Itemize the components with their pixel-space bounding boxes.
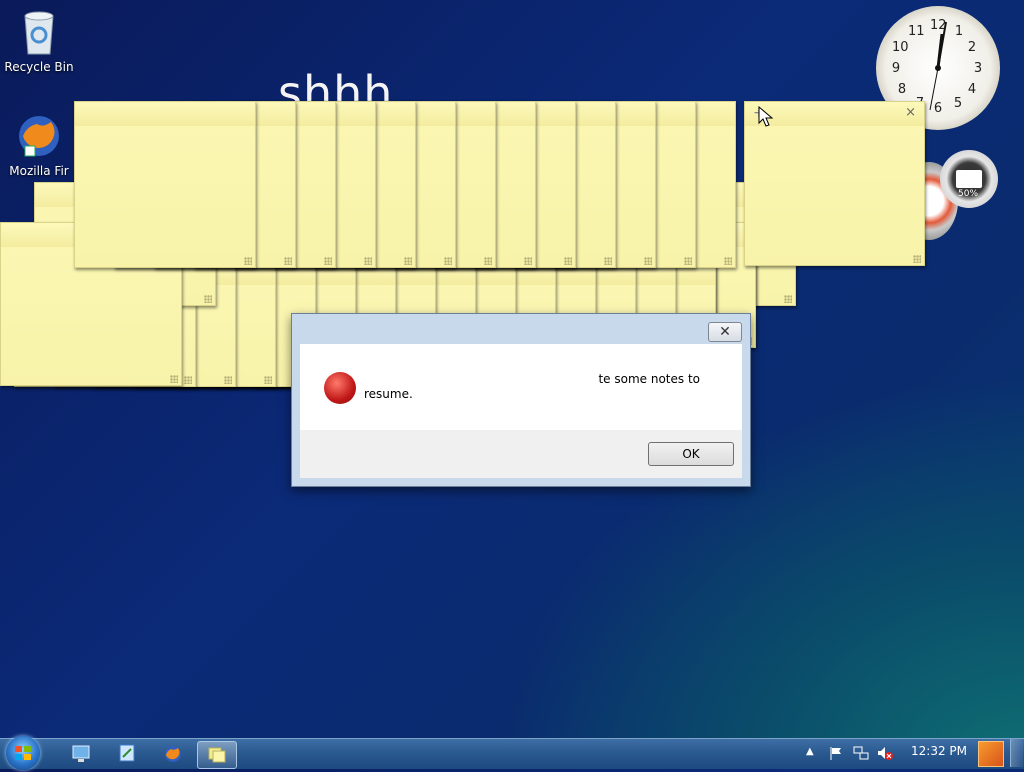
- resize-grip-icon[interactable]: [684, 257, 692, 265]
- resize-grip-icon[interactable]: [204, 295, 212, 303]
- network-icon[interactable]: [852, 745, 870, 761]
- remote-desktop-icon: [72, 745, 90, 762]
- firefox-icon: [19, 116, 59, 157]
- cpu-percent: 50%: [958, 189, 979, 199]
- show-desktop-button[interactable]: [1010, 739, 1023, 767]
- error-icon: [324, 372, 356, 404]
- recycle-bin-icon: [24, 11, 54, 55]
- desktop-icon-firefox[interactable]: Mozilla Fir: [4, 112, 74, 179]
- resize-grip-icon[interactable]: [184, 376, 192, 384]
- taskbar-ie[interactable]: [108, 741, 146, 767]
- taskbar-clock[interactable]: 12:32 PM: [911, 744, 967, 758]
- resize-grip-icon[interactable]: [404, 257, 412, 265]
- resize-grip-icon[interactable]: [324, 257, 332, 265]
- ok-button[interactable]: OK: [648, 442, 734, 466]
- ie-icon: [119, 744, 135, 762]
- resize-grip-icon[interactable]: [444, 257, 452, 265]
- taskbar-firefox[interactable]: [154, 741, 192, 767]
- resize-grip-icon[interactable]: [284, 257, 292, 265]
- resize-grip-icon[interactable]: [724, 257, 732, 265]
- resize-grip-icon[interactable]: [524, 257, 532, 265]
- dialog-close-button[interactable]: ✕: [708, 322, 742, 342]
- error-dialog: ✕ te some notes to resume. OK: [291, 313, 751, 487]
- chip-icon: [956, 170, 982, 188]
- resize-grip-icon[interactable]: [244, 257, 252, 265]
- resize-grip-icon[interactable]: [913, 255, 921, 263]
- resize-grip-icon[interactable]: [564, 257, 572, 265]
- close-note-button[interactable]: ×: [905, 106, 916, 120]
- resize-grip-icon[interactable]: [224, 376, 232, 384]
- resize-grip-icon[interactable]: [484, 257, 492, 265]
- volume-muted-icon[interactable]: [876, 745, 894, 761]
- dialog-message-line1: te some notes to: [598, 372, 700, 386]
- resize-grip-icon[interactable]: [784, 295, 792, 303]
- windows-logo-icon: [15, 746, 31, 760]
- user-tile-icon[interactable]: [978, 741, 1004, 767]
- firefox-label: Mozilla Fir: [9, 164, 69, 178]
- resize-grip-icon[interactable]: [264, 376, 272, 384]
- resize-grip-icon[interactable]: [170, 375, 178, 383]
- sticky-note-titlebar[interactable]: [75, 102, 255, 126]
- desktop-icon-recycle-bin[interactable]: Recycle Bin: [4, 8, 74, 75]
- taskbar-sticky-notes[interactable]: [197, 741, 237, 769]
- action-center-flag-icon[interactable]: [828, 745, 844, 761]
- dialog-message: te some notes to resume.: [364, 372, 704, 402]
- dialog-message-line2: resume.: [364, 387, 413, 401]
- firefox-taskbar-icon: [165, 746, 181, 762]
- taskbar-remote-desktop[interactable]: [62, 741, 100, 767]
- resize-grip-icon[interactable]: [364, 257, 372, 265]
- resize-grip-icon[interactable]: [604, 257, 612, 265]
- sticky-notes-icon: [208, 747, 226, 763]
- sticky-note[interactable]: [74, 101, 256, 268]
- recycle-bin-label: Recycle Bin: [4, 60, 74, 74]
- show-hidden-icons-button[interactable]: ▲: [806, 746, 814, 757]
- mouse-cursor-icon: [758, 106, 774, 127]
- resize-grip-icon[interactable]: [644, 257, 652, 265]
